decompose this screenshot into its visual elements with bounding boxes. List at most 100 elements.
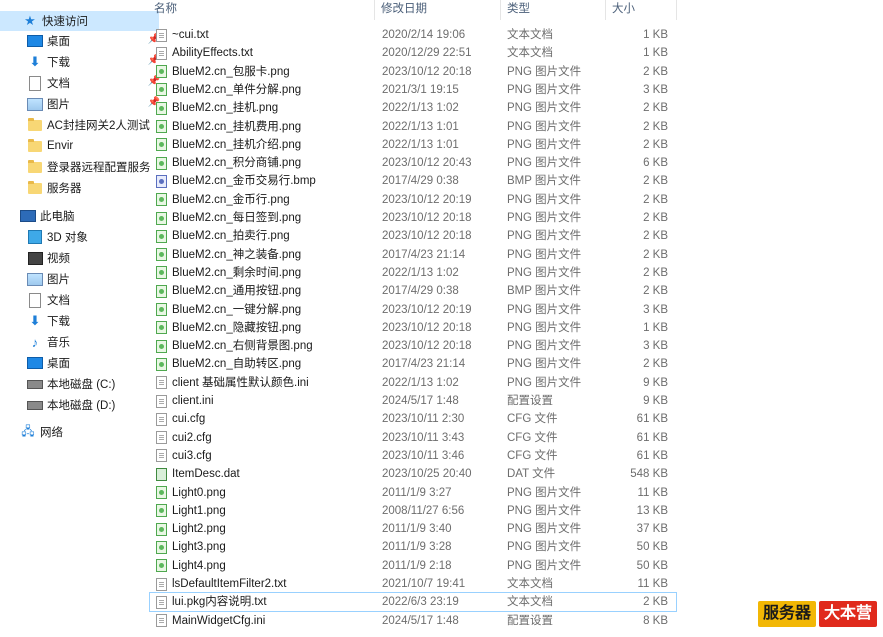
nav-item-pc-desktop[interactable]: 桌面 — [0, 353, 164, 373]
file-name: BlueM2.cn_挂机费用.png — [172, 120, 302, 133]
file-name-cell: lui.pkg内容说明.txt — [156, 593, 267, 611]
file-size: 1 KB — [643, 29, 668, 41]
file-row[interactable]: Light2.png 2011/1/9 3:40 PNG 图片文件 37 KB — [150, 520, 676, 538]
file-name-cell: cui2.cfg — [156, 429, 212, 447]
file-row[interactable]: BlueM2.cn_挂机.png 2022/1/13 1:02 PNG 图片文件 2 … — [150, 99, 676, 117]
file-row[interactable]: Light3.png 2011/1/9 3:28 PNG 图片文件 50 KB — [150, 538, 676, 556]
file-name: BlueM2.cn_隐藏按钮.png — [172, 321, 302, 334]
nav-item-drive-c[interactable]: 本地磁盘 (C:) — [0, 374, 164, 394]
nav-item-desktop[interactable]: 桌面 📌 — [0, 31, 164, 51]
drive-icon — [27, 376, 43, 392]
file-row[interactable]: client 基础属性默认颜色.ini 2022/1/13 1:02 PNG 图片文… — [150, 374, 676, 392]
file-size: 61 KB — [636, 431, 668, 444]
file-date: 2021/3/1 19:15 — [382, 83, 459, 96]
nav-label: 本地磁盘 (C:) — [47, 379, 116, 391]
column-divider[interactable] — [374, 0, 375, 20]
png-file-icon — [156, 229, 167, 243]
file-row[interactable]: AbilityEffects.txt 2020/12/29 22:51 文本文档 1 … — [150, 44, 676, 62]
nav-item-3d-objects[interactable]: 3D 对象 — [0, 227, 164, 247]
nav-folder-server[interactable]: 服务器 — [0, 178, 164, 198]
3d-objects-icon — [27, 229, 43, 245]
nav-label: 图片 — [47, 99, 70, 111]
column-header-date[interactable]: 修改日期 — [381, 0, 427, 20]
column-divider[interactable] — [605, 0, 606, 20]
file-row[interactable]: client.ini 2024/5/17 1:48 配置设置 9 KB — [150, 392, 676, 410]
file-size: 50 KB — [636, 559, 668, 572]
png-file-icon — [156, 65, 167, 79]
file-size: 3 KB — [643, 303, 668, 316]
nav-folder-ac[interactable]: AC封挂网关2人测试 — [0, 115, 164, 135]
txt-file-icon — [156, 595, 167, 609]
file-type: 文本文档 — [507, 596, 553, 609]
file-row[interactable]: MainWidgetCfg.ini 2024/5/17 1:48 配置设置 8 KB — [150, 612, 676, 630]
nav-folder-envir[interactable]: Envir — [0, 136, 164, 156]
file-row[interactable]: BlueM2.cn_挂机介绍.png 2022/1/13 1:01 PNG 图片文件… — [150, 136, 676, 154]
file-row[interactable]: ItemDesc.dat 2023/10/25 20:40 DAT 文件 548 KB — [150, 465, 676, 483]
png-file-icon — [156, 284, 167, 298]
nav-quick-access[interactable]: ★ 快速访问 — [0, 11, 159, 31]
nav-item-drive-d[interactable]: 本地磁盘 (D:) — [0, 395, 164, 415]
file-name: BlueM2.cn_神之装备.png — [172, 248, 302, 261]
column-header-name[interactable]: 名称 — [154, 0, 177, 20]
file-name: BlueM2.cn_右侧背景图.png — [172, 340, 313, 353]
file-row[interactable]: lsDefaultItemFilter2.txt 2021/10/7 19:41 文… — [150, 575, 676, 593]
file-row[interactable]: BlueM2.cn_一键分解.png 2023/10/12 20:19 PNG 图片… — [150, 301, 676, 319]
file-row[interactable]: BlueM2.cn_神之装备.png 2017/4/23 21:14 PNG 图片文… — [150, 246, 676, 264]
file-row[interactable]: BlueM2.cn_每日签到.png 2023/10/12 20:18 PNG 图片… — [150, 209, 676, 227]
file-row[interactable]: cui3.cfg 2023/10/11 3:46 CFG 文件 61 KB — [150, 447, 676, 465]
nav-this-pc[interactable]: 此电脑 — [0, 206, 157, 226]
file-type: PNG 图片文件 — [507, 138, 582, 151]
file-name-cell: BlueM2.cn_包服卡.png — [156, 63, 290, 81]
folder-icon — [27, 180, 43, 196]
nav-item-pc-pictures[interactable]: 图片 — [0, 269, 164, 289]
column-header-size[interactable]: 大小 — [612, 0, 635, 20]
nav-item-pictures[interactable]: 图片 📌 — [0, 94, 164, 114]
png-file-icon — [156, 303, 167, 316]
file-name: client 基础属性默认颜色.ini — [172, 376, 309, 389]
nav-item-documents[interactable]: 文档 📌 — [0, 73, 164, 93]
file-name: BlueM2.cn_通用按钮.png — [172, 285, 302, 298]
file-name: cui3.cfg — [172, 449, 212, 462]
file-row[interactable]: ~cui.txt 2020/2/14 19:06 文本文档 1 KB — [150, 26, 676, 44]
file-type: PNG 图片文件 — [507, 102, 582, 115]
file-name-cell: BlueM2.cn_通用按钮.png — [156, 282, 301, 300]
file-name: BlueM2.cn_金币交易行.bmp — [172, 175, 316, 188]
file-row[interactable]: BlueM2.cn_右侧背景图.png 2023/10/12 20:18 PNG 图… — [150, 337, 676, 355]
file-date: 2020/2/14 19:06 — [382, 29, 466, 41]
file-row[interactable]: Light4.png 2011/1/9 2:18 PNG 图片文件 50 KB — [150, 557, 676, 575]
file-size: 2 KB — [643, 285, 668, 298]
file-name-cell: BlueM2.cn_挂机费用.png — [156, 118, 301, 136]
file-row[interactable]: BlueM2.cn_隐藏按钮.png 2023/10/12 20:18 PNG 图片… — [150, 319, 676, 337]
file-row[interactable]: BlueM2.cn_金币行.png 2023/10/12 20:19 PNG 图片文… — [150, 191, 676, 209]
file-row[interactable]: cui2.cfg 2023/10/11 3:43 CFG 文件 61 KB — [150, 429, 676, 447]
file-row[interactable]: Light0.png 2011/1/9 3:27 PNG 图片文件 11 KB — [150, 484, 676, 502]
column-header-type[interactable]: 类型 — [507, 0, 530, 20]
nav-label: 下载 — [47, 316, 70, 328]
file-row[interactable]: BlueM2.cn_拍卖行.png 2023/10/12 20:18 PNG 图片文… — [150, 227, 676, 245]
file-row[interactable]: BlueM2.cn_金币交易行.bmp 2017/4/29 0:38 BMP 图片文… — [150, 172, 676, 190]
nav-folder-remote-config[interactable]: 登录器远程配置服务 — [0, 157, 164, 177]
png-file-icon — [156, 559, 167, 573]
file-name: Light4.png — [172, 559, 226, 572]
file-row[interactable]: BlueM2.cn_通用按钮.png 2017/4/29 0:38 BMP 图片文件… — [150, 282, 676, 300]
file-row[interactable]: lui.pkg内容说明.txt 2022/6/3 23:19 文本文档 2 KB — [149, 592, 677, 613]
file-row[interactable]: Light1.png 2008/11/27 6:56 PNG 图片文件 13 KB — [150, 502, 676, 520]
file-row[interactable]: BlueM2.cn_包服卡.png 2023/10/12 20:18 PNG 图片文… — [150, 63, 676, 81]
file-row[interactable]: cui.cfg 2023/10/11 2:30 CFG 文件 61 KB — [150, 410, 676, 428]
nav-network[interactable]: 🖧 网络 — [0, 422, 157, 442]
file-row[interactable]: BlueM2.cn_挂机费用.png 2022/1/13 1:01 PNG 图片文件… — [150, 118, 676, 136]
nav-item-pc-downloads[interactable]: ⬇ 下载 — [0, 311, 164, 331]
png-file-icon — [156, 211, 167, 225]
nav-item-pc-documents[interactable]: 文档 — [0, 290, 164, 310]
nav-item-videos[interactable]: 视频 — [0, 248, 164, 268]
file-row[interactable]: BlueM2.cn_积分商铺.png 2023/10/12 20:43 PNG 图片… — [150, 154, 676, 172]
file-row[interactable]: BlueM2.cn_单件分解.png 2021/3/1 19:15 PNG 图片文件… — [150, 81, 676, 99]
document-icon — [27, 292, 43, 308]
nav-item-music[interactable]: ♪ 音乐 — [0, 332, 164, 352]
file-date: 2024/5/17 1:48 — [382, 614, 459, 627]
badge-part-2: 大本营 — [818, 601, 877, 627]
file-row[interactable]: BlueM2.cn_自助转区.png 2017/4/23 21:14 PNG 图片文… — [150, 355, 676, 373]
column-divider[interactable] — [500, 0, 501, 20]
file-row[interactable]: BlueM2.cn_剩余时间.png 2022/1/13 1:02 PNG 图片文件… — [150, 264, 676, 282]
nav-item-downloads[interactable]: ⬇ 下载 📌 — [0, 52, 164, 72]
